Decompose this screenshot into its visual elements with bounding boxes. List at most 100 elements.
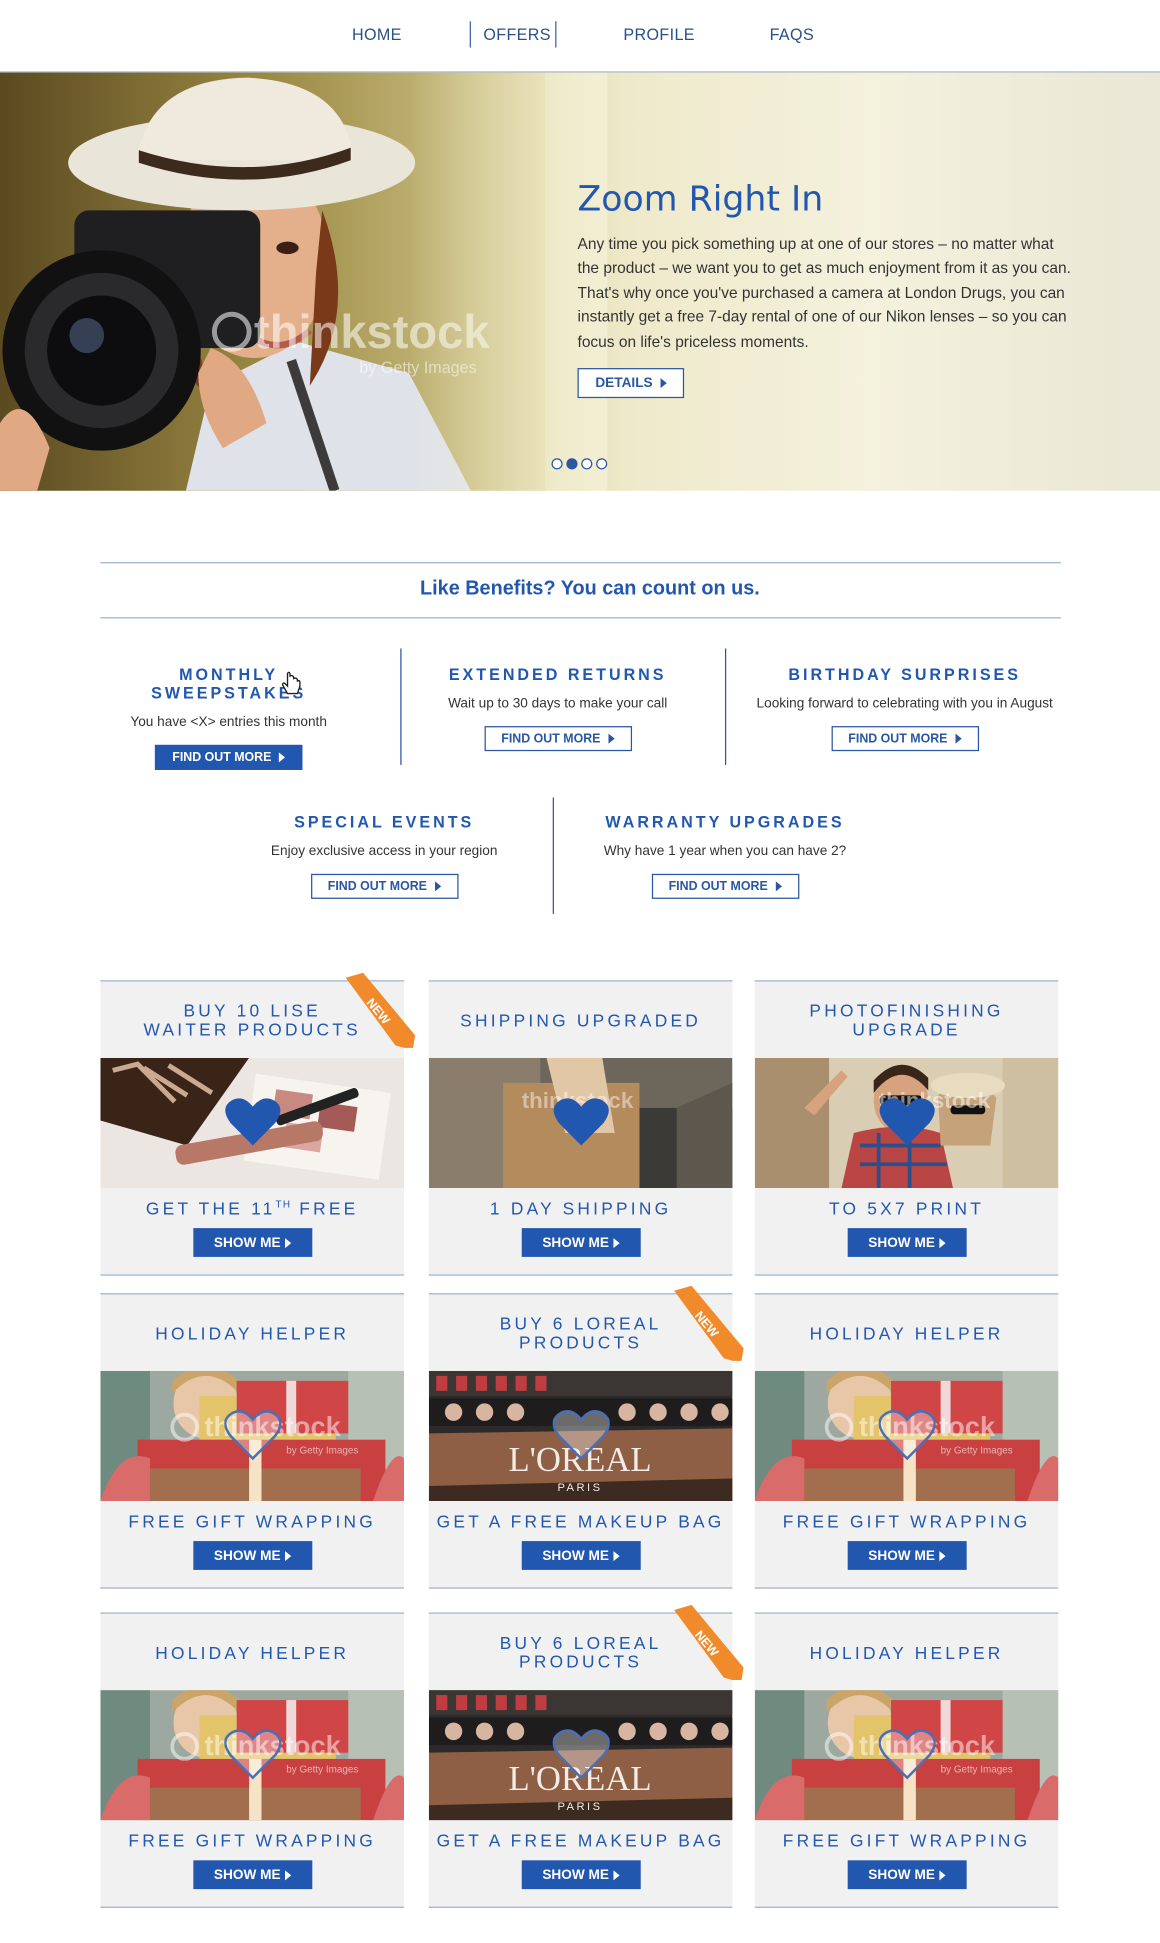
promo-card: HOLIDAY HELPER thinkstock by Getty Image…	[754, 1293, 1059, 1589]
promo-title-line2: UPGRADE	[852, 1019, 961, 1040]
promo-card: HOLIDAY HELPER thinkstock by Getty Image…	[100, 1612, 405, 1908]
details-button[interactable]: DETAILS	[577, 368, 685, 399]
nav-home[interactable]: HOME	[352, 25, 402, 44]
heart-filled-icon[interactable]	[553, 1095, 610, 1148]
promo-subtitle-text: 1 DAY SHIPPING	[489, 1198, 672, 1219]
new-ribbon: NEW	[674, 1604, 744, 1681]
find-out-more-button[interactable]: FIND OUT MORE	[154, 744, 303, 770]
promo-title: HOLIDAY HELPER	[155, 1323, 350, 1344]
show-me-button[interactable]: SHOW ME	[521, 1228, 641, 1257]
show-me-button[interactable]: SHOW ME	[847, 1228, 967, 1257]
promo-subtitle-text: GET THE 11	[145, 1198, 276, 1219]
arrow-right-icon	[939, 1237, 947, 1248]
promo-subtitle: GET A FREE MAKEUP BAG	[429, 1830, 733, 1850]
promo-image: thinkstock by Getty Images	[754, 1690, 1059, 1821]
heart-outline-icon[interactable]	[552, 1408, 611, 1461]
benefit-desc: Why have 1 year when you can have 2?	[603, 843, 847, 859]
page: HOME OFFERS PROFILE FAQS thinkstock by G…	[0, 0, 1160, 1943]
benefit-title: EXTENDED RETURNS	[448, 664, 667, 684]
benefit-title: WARRANTY UPGRADES	[605, 812, 845, 832]
benefit-warranty-upgrades: WARRANTY UPGRADES Why have 1 year when y…	[589, 812, 862, 899]
button-label: SHOW ME	[868, 1547, 935, 1563]
promo-subtitle-text: FREE GIFT WRAPPING	[782, 1830, 1031, 1851]
nav-divider	[469, 21, 471, 48]
promo-subtitle: FREE GIFT WRAPPING	[100, 1511, 404, 1531]
show-me-button[interactable]: SHOW ME	[193, 1860, 313, 1890]
heart-outline-icon[interactable]	[224, 1408, 282, 1461]
show-me-button[interactable]: SHOW ME	[193, 1228, 313, 1257]
find-out-more-button[interactable]: FIND OUT MORE	[310, 873, 458, 899]
heart-outline-icon[interactable]	[224, 1728, 282, 1781]
show-me-button[interactable]: SHOW ME	[847, 1541, 967, 1570]
nav-profile[interactable]: PROFILE	[623, 25, 695, 44]
promo-title: PHOTOFINISHING	[809, 1000, 1004, 1021]
arrow-right-icon	[954, 733, 962, 744]
promo-subtitle: GET A FREE MAKEUP BAG	[429, 1511, 733, 1531]
hero-body: Any time you pick something up at one of…	[577, 235, 1071, 351]
arrow-right-icon	[613, 1237, 621, 1248]
column-divider	[400, 648, 402, 765]
promo-image: thinkstock by Getty Images	[100, 1690, 405, 1821]
show-me-button[interactable]: SHOW ME	[521, 1541, 641, 1570]
benefit-desc: You have <X> entries this month	[130, 714, 327, 730]
arrow-right-icon	[434, 881, 441, 892]
column-divider	[552, 797, 554, 914]
promo-image: thinkstock	[428, 1057, 733, 1189]
nav-faqs[interactable]: FAQS	[770, 25, 814, 44]
carousel-dot-3[interactable]	[581, 458, 593, 470]
promo-subtitle-text: GET A FREE MAKEUP BAG	[436, 1830, 725, 1851]
promo-subtitle-text: TO 5X7 PRINT	[829, 1198, 985, 1219]
svg-text:by Getty Images: by Getty Images	[286, 1445, 358, 1456]
button-label: SHOW ME	[542, 1234, 609, 1251]
find-out-more-button[interactable]: FIND OUT MORE	[830, 726, 979, 752]
column-divider	[724, 648, 727, 765]
button-label: SHOW ME	[213, 1867, 281, 1883]
show-me-button[interactable]: SHOW ME	[847, 1860, 967, 1890]
carousel-dot-1[interactable]	[551, 458, 563, 470]
promo-subtitle-text: FREE GIFT WRAPPING	[782, 1511, 1031, 1532]
hero-title: Zoom Right In	[577, 177, 824, 220]
arrow-right-icon	[278, 752, 286, 763]
heart-outline-icon[interactable]	[878, 1728, 936, 1781]
promo-subtitle-text: GET A FREE MAKEUP BAG	[436, 1511, 725, 1532]
svg-text:by Getty Images: by Getty Images	[941, 1445, 1013, 1456]
promo-subtitle: 1 DAY SHIPPING	[429, 1198, 733, 1218]
heart-filled-icon[interactable]	[879, 1095, 936, 1148]
promo-card: HOLIDAY HELPER thinkstock by Getty Image…	[754, 1612, 1059, 1908]
promo-title: SHIPPING UPGRADED	[460, 1010, 702, 1031]
details-label: DETAILS	[595, 375, 653, 391]
promo-subtitle: GET THE 11TH FREE	[100, 1198, 404, 1218]
promo-image: L'OREAL PARIS	[428, 1370, 733, 1502]
benefit-title: BIRTHDAY SURPRISES	[788, 664, 1021, 684]
heart-outline-icon[interactable]	[552, 1728, 611, 1781]
find-out-more-button[interactable]: FIND OUT MORE	[651, 873, 799, 899]
button-label: FIND OUT MORE	[668, 879, 768, 894]
carousel-dot-4[interactable]	[596, 458, 608, 470]
button-label: SHOW ME	[868, 1867, 935, 1883]
find-out-more-button[interactable]: FIND OUT MORE	[483, 726, 632, 752]
promo-subtitle-end: FREE	[291, 1198, 359, 1219]
show-me-button[interactable]: SHOW ME	[193, 1541, 313, 1570]
carousel-dot-2[interactable]	[566, 458, 578, 470]
new-ribbon: NEW	[345, 972, 416, 1048]
benefit-desc: Wait up to 30 days to make your call	[448, 696, 668, 712]
benefit-desc: Enjoy exclusive access in your region	[270, 843, 498, 859]
promo-title: HOLIDAY HELPER	[809, 1323, 1004, 1344]
arrow-right-icon	[939, 1869, 947, 1880]
divider	[100, 562, 1061, 564]
show-me-button[interactable]: SHOW ME	[521, 1860, 641, 1890]
divider	[100, 617, 1061, 619]
heart-filled-icon[interactable]	[224, 1095, 281, 1148]
promo-title: HOLIDAY HELPER	[809, 1642, 1004, 1663]
carousel-dots	[551, 458, 608, 470]
benefit-special-events: SPECIAL EVENTS Enjoy exclusive access in…	[254, 812, 514, 899]
arrow-right-icon	[775, 881, 782, 892]
promo-subtitle: FREE GIFT WRAPPING	[755, 1830, 1059, 1850]
arrow-right-icon	[939, 1550, 947, 1561]
heart-outline-icon[interactable]	[878, 1408, 936, 1461]
nav-offers[interactable]: OFFERS	[483, 25, 551, 44]
promo-image: L'OREAL PARIS	[428, 1690, 733, 1821]
loreal-logo-sub: PARIS	[557, 1801, 602, 1813]
arrow-right-icon	[285, 1550, 292, 1561]
promo-subtitle-text: FREE GIFT WRAPPING	[128, 1511, 376, 1532]
